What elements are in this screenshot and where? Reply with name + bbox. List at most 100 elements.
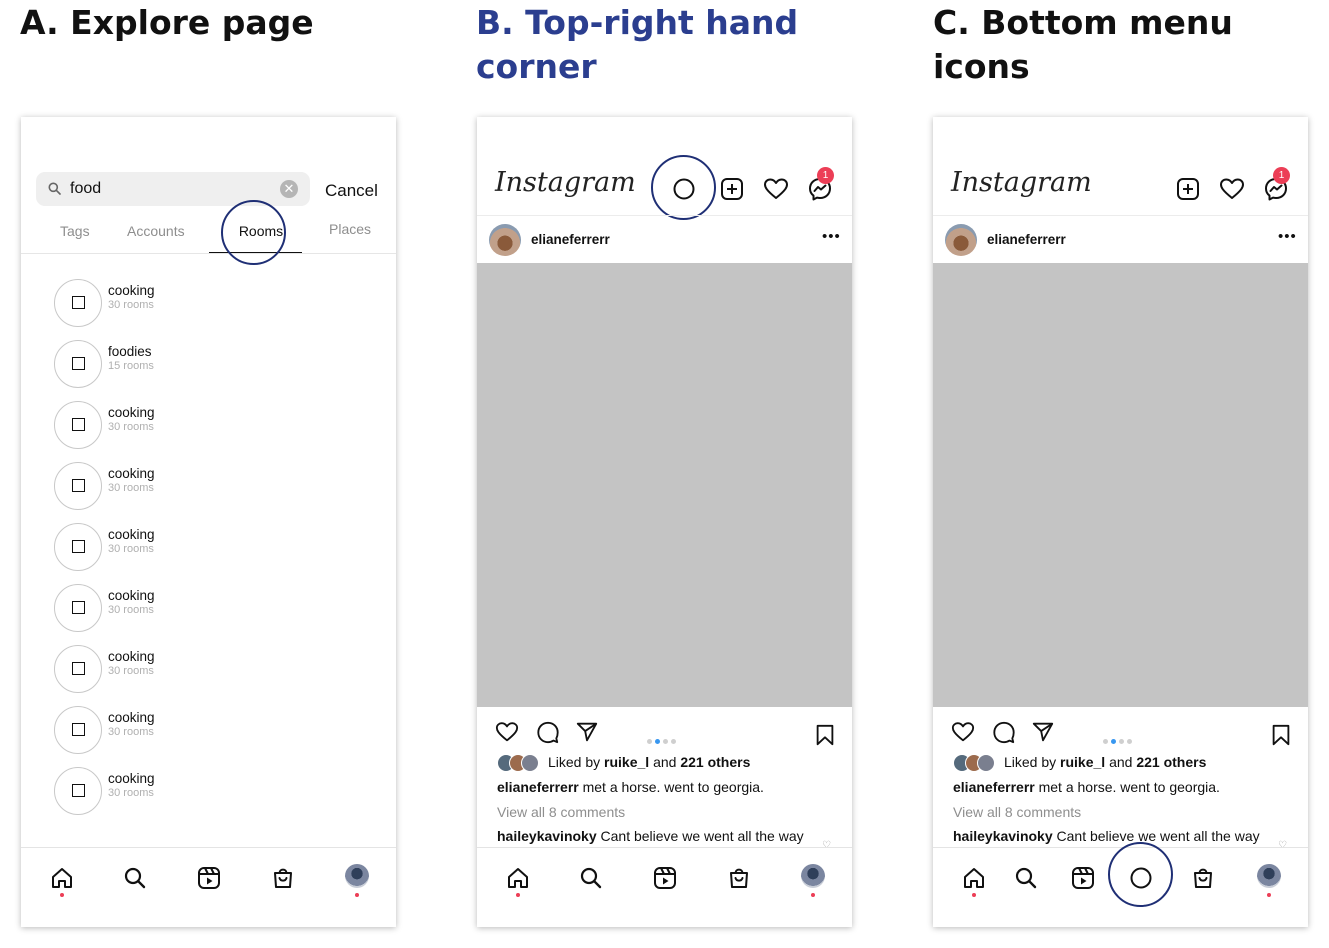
square-icon — [72, 357, 85, 370]
more-options-icon[interactable]: ••• — [822, 228, 841, 245]
heading-bottom-menu-icons: C. Bottom menu icons — [933, 3, 1233, 86]
room-count: 30 rooms — [108, 787, 154, 799]
heading-top-right-corner: B. Top-right hand corner — [476, 3, 799, 86]
room-name: cooking — [108, 588, 155, 603]
post-avatar[interactable] — [945, 224, 977, 256]
search-icon[interactable] — [578, 865, 604, 891]
reels-icon[interactable] — [652, 865, 678, 891]
liked-others-link[interactable]: 221 others — [1136, 754, 1206, 770]
room-avatar — [54, 340, 102, 388]
search-bar[interactable]: food ✕ — [36, 172, 310, 206]
room-name: cooking — [108, 527, 155, 542]
room-list-item[interactable]: cooking 30 rooms — [54, 462, 254, 510]
instagram-logo: Instagram — [951, 167, 1092, 198]
new-post-icon[interactable] — [719, 176, 745, 202]
highlight-ring-top-right — [651, 155, 716, 220]
feed-screen-top-right: Instagram 1 elianeferrerr ••• Liked by r… — [477, 117, 852, 927]
room-avatar — [54, 462, 102, 510]
profile-avatar[interactable] — [801, 864, 825, 888]
room-count: 30 rooms — [108, 604, 154, 616]
room-count: 30 rooms — [108, 299, 154, 311]
tab-accounts[interactable]: Accounts — [127, 223, 185, 239]
reels-icon[interactable] — [196, 865, 222, 891]
profile-avatar[interactable] — [345, 864, 369, 888]
like-icon[interactable] — [951, 720, 975, 744]
room-name: cooking — [108, 649, 155, 664]
post-caption: elianeferrerr met a horse. went to georg… — [497, 779, 764, 795]
room-name: cooking — [108, 710, 155, 725]
home-icon[interactable] — [49, 865, 75, 891]
profile-avatar[interactable] — [1257, 864, 1281, 888]
shop-icon[interactable] — [726, 865, 752, 891]
highlight-ring-bottom-menu — [1108, 842, 1173, 907]
search-icon — [48, 182, 61, 195]
room-list-item[interactable]: cooking 30 rooms — [54, 401, 254, 449]
room-avatar — [54, 401, 102, 449]
post-caption: elianeferrerr met a horse. went to georg… — [953, 779, 1220, 795]
view-comments-link[interactable]: View all 8 comments — [953, 804, 1081, 820]
room-list-item[interactable]: cooking 30 rooms — [54, 279, 254, 327]
liked-by-text: Liked by ruike_l and 221 others — [548, 754, 751, 770]
post-image[interactable] — [477, 263, 852, 707]
room-name: foodies — [108, 344, 152, 359]
square-icon — [72, 540, 85, 553]
carousel-dot — [1119, 739, 1124, 744]
comment-icon[interactable] — [992, 720, 1016, 744]
bookmark-icon[interactable] — [1269, 723, 1293, 747]
room-avatar — [54, 279, 102, 327]
liked-by-user[interactable]: ruike_l — [604, 754, 649, 770]
tab-tags[interactable]: Tags — [60, 223, 90, 239]
heart-icon[interactable] — [1219, 176, 1245, 202]
notification-badge: 1 — [817, 167, 834, 184]
more-options-icon[interactable]: ••• — [1278, 228, 1297, 245]
bookmark-icon[interactable] — [813, 723, 837, 747]
home-icon[interactable] — [961, 865, 987, 891]
room-list-item[interactable]: cooking 30 rooms — [54, 645, 254, 693]
square-icon — [72, 662, 85, 675]
like-icon[interactable] — [495, 720, 519, 744]
share-icon[interactable] — [575, 720, 599, 744]
profile-active-dot — [811, 893, 815, 897]
reels-icon[interactable] — [1070, 865, 1096, 891]
cancel-button[interactable]: Cancel — [325, 181, 378, 201]
heart-icon[interactable] — [763, 176, 789, 202]
post-avatar[interactable] — [489, 224, 521, 256]
room-list-item[interactable]: foodies 15 rooms — [54, 340, 254, 388]
share-icon[interactable] — [1031, 720, 1055, 744]
profile-active-dot — [355, 893, 359, 897]
shop-icon[interactable] — [270, 865, 296, 891]
new-post-icon[interactable] — [1175, 176, 1201, 202]
liked-others-link[interactable]: 221 others — [680, 754, 750, 770]
post-username[interactable]: elianeferrerr — [987, 232, 1066, 247]
room-list-item[interactable]: cooking 30 rooms — [54, 767, 254, 815]
room-name: cooking — [108, 405, 155, 420]
room-avatar — [54, 767, 102, 815]
comment-icon[interactable] — [536, 720, 560, 744]
square-icon — [72, 601, 85, 614]
liked-by-user[interactable]: ruike_l — [1060, 754, 1105, 770]
clear-icon[interactable]: ✕ — [280, 180, 298, 198]
view-comments-link[interactable]: View all 8 comments — [497, 804, 625, 820]
header-divider — [933, 215, 1308, 216]
search-icon[interactable] — [1013, 865, 1039, 891]
room-list-item[interactable]: cooking 30 rooms — [54, 584, 254, 632]
room-list-item[interactable]: cooking 30 rooms — [54, 523, 254, 571]
carousel-dot — [671, 739, 676, 744]
profile-active-dot — [1267, 893, 1271, 897]
search-icon[interactable] — [122, 865, 148, 891]
carousel-dot — [1111, 739, 1116, 744]
tab-places[interactable]: Places — [329, 221, 371, 237]
post-image[interactable] — [933, 263, 1308, 707]
room-count: 30 rooms — [108, 421, 154, 433]
post-username[interactable]: elianeferrerr — [531, 232, 610, 247]
room-list-item[interactable]: cooking 30 rooms — [54, 706, 254, 754]
room-name: cooking — [108, 771, 155, 786]
liker-avatar — [977, 754, 995, 772]
home-icon[interactable] — [505, 865, 531, 891]
search-input[interactable]: food — [70, 180, 101, 198]
home-active-dot — [60, 893, 64, 897]
room-count: 30 rooms — [108, 482, 154, 494]
bottom-nav — [477, 847, 852, 927]
shop-icon[interactable] — [1190, 865, 1216, 891]
room-count: 30 rooms — [108, 543, 154, 555]
